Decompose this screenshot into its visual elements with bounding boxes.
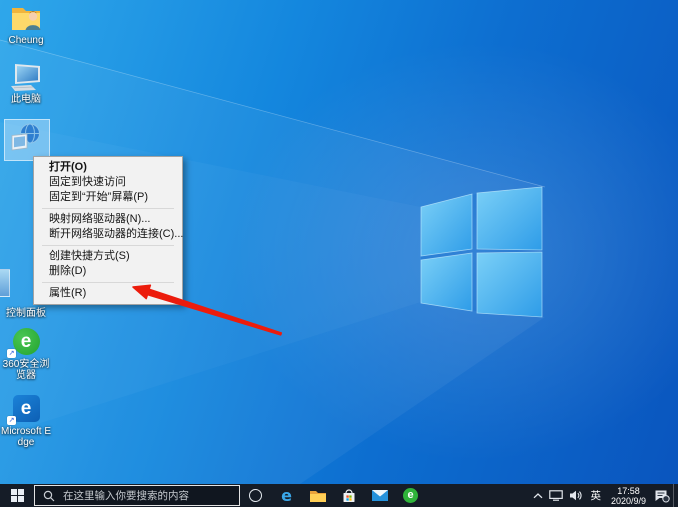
desktop-icon-label: Microsoft Edge (0, 426, 52, 448)
this-pc-icon (9, 62, 43, 92)
network-icon (9, 122, 43, 152)
taskbar-mail-button[interactable] (364, 484, 395, 507)
taskbar-edge-button[interactable]: e (271, 484, 302, 507)
cortana-icon (249, 489, 262, 502)
taskbar-cortana-button[interactable] (240, 484, 271, 507)
microsoft-store-icon (341, 488, 357, 504)
search-input[interactable] (61, 489, 235, 503)
taskbar-360-button[interactable]: e (395, 484, 426, 507)
desktop-icon-control-panel[interactable]: 控制面板 (0, 306, 52, 319)
tray-network-button[interactable] (546, 484, 566, 507)
menu-item-open[interactable]: 打开(O) (34, 160, 182, 175)
tray-date: 2020/9/9 (611, 496, 646, 506)
desktop[interactable]: Cheung 此电脑 (0, 0, 678, 484)
windows-desktop-screen: Cheung 此电脑 (0, 0, 678, 507)
tray-ime-indicator[interactable]: 英 (585, 484, 606, 507)
menu-item-pin-start[interactable]: 固定到“开始”屏幕(P) (34, 190, 182, 205)
menu-separator (42, 208, 174, 209)
tray-time: 17:58 (611, 486, 646, 496)
start-button[interactable] (0, 484, 34, 507)
menu-item-pin-quick-access[interactable]: 固定到快速访问 (34, 175, 182, 190)
menu-item-create-shortcut[interactable]: 创建快捷方式(S) (34, 249, 182, 264)
search-icon (43, 490, 55, 502)
control-panel-icon-fragment (0, 269, 10, 297)
taskbar-search-box[interactable] (34, 485, 240, 506)
chevron-up-icon (533, 493, 543, 499)
taskbar-store-button[interactable] (333, 484, 364, 507)
speaker-icon (569, 490, 582, 501)
desktop-icon-network[interactable] (0, 122, 52, 154)
menu-item-delete[interactable]: 删除(D) (34, 264, 182, 279)
show-desktop-button[interactable] (673, 484, 678, 507)
tray-clock[interactable]: 17:58 2020/9/9 (606, 486, 651, 506)
action-center-icon (654, 489, 670, 503)
menu-item-map-network-drive[interactable]: 映射网络驱动器(N)... (34, 212, 182, 227)
desktop-icon-label: 控制面板 (6, 308, 46, 319)
menu-separator (42, 245, 174, 246)
shortcut-arrow-icon: ↗ (7, 349, 16, 358)
mail-icon (371, 489, 389, 502)
menu-item-disconnect-network-drive[interactable]: 断开网络驱动器的连接(C)... (34, 227, 182, 242)
desktop-icon-360-browser[interactable]: e ↗ 360安全浏览器 (0, 327, 52, 381)
edge-icon: e (281, 488, 292, 504)
desktop-icon-user-folder[interactable]: Cheung (0, 3, 52, 46)
windows-logo-icon (11, 489, 24, 502)
microsoft-edge-icon: e ↗ (9, 394, 43, 424)
360-browser-icon: e ↗ (9, 327, 43, 357)
desktop-icon-microsoft-edge[interactable]: e ↗ Microsoft Edge (0, 394, 52, 448)
tray-action-center-button[interactable] (651, 484, 673, 507)
shortcut-arrow-icon: ↗ (7, 416, 16, 425)
context-menu: 打开(O) 固定到快速访问 固定到“开始”屏幕(P) 映射网络驱动器(N)...… (33, 156, 183, 305)
desktop-icon-label: 360安全浏览器 (0, 359, 52, 381)
user-folder-icon (9, 3, 43, 33)
tray-volume-button[interactable] (566, 484, 585, 507)
desktop-icon-label: Cheung (8, 35, 43, 46)
360-browser-icon: e (403, 488, 418, 503)
menu-separator (42, 282, 174, 283)
desktop-icon-this-pc[interactable]: 此电脑 (0, 62, 52, 105)
file-explorer-icon (309, 489, 327, 503)
network-status-icon (549, 490, 563, 501)
desktop-icon-label: 此电脑 (11, 94, 41, 105)
tray-show-hidden-icons[interactable] (530, 484, 546, 507)
menu-item-properties[interactable]: 属性(R) (34, 286, 182, 301)
taskbar-file-explorer-button[interactable] (302, 484, 333, 507)
taskbar: e e (0, 484, 678, 507)
system-tray: 英 17:58 2020/9/9 (530, 484, 678, 507)
